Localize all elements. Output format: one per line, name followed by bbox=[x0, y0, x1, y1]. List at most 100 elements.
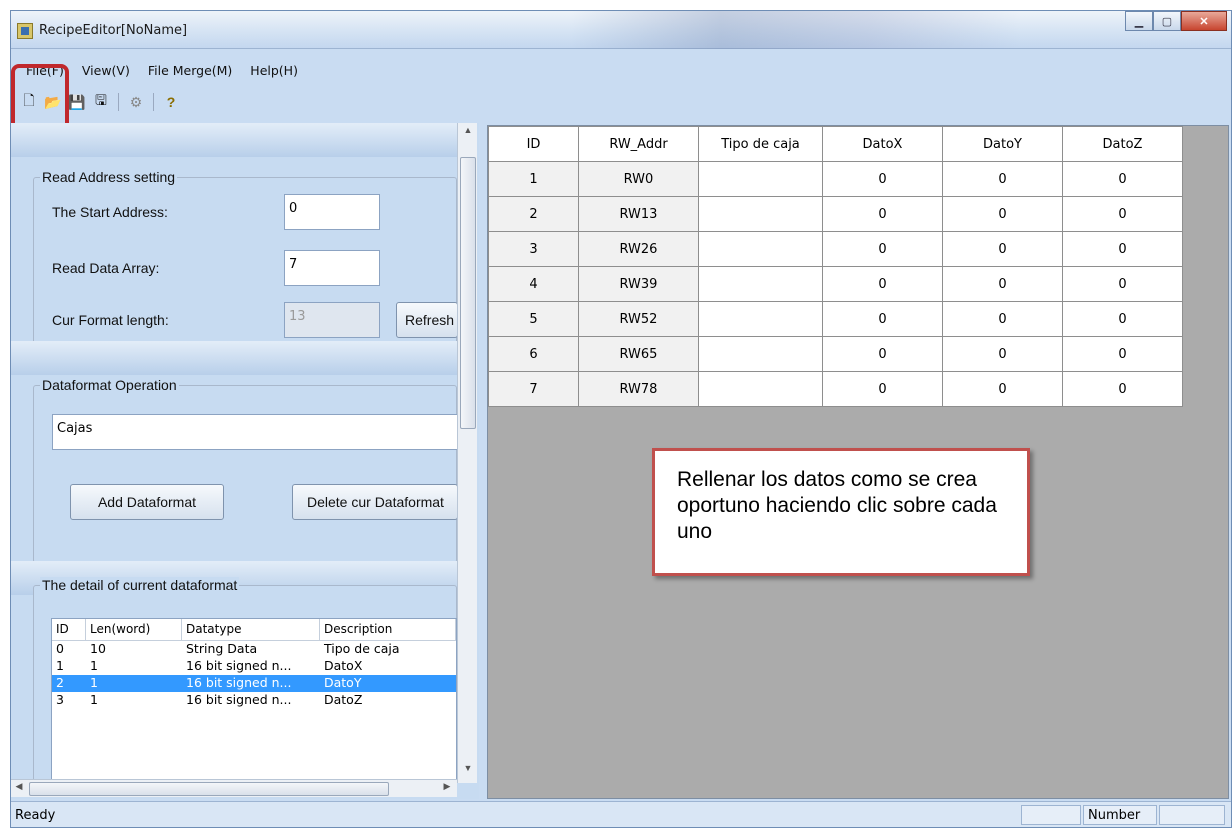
list-cell-description: Tipo de caja bbox=[324, 641, 400, 656]
table-header-row: ID RW_Addr Tipo de caja DatoX DatoY Dato… bbox=[488, 126, 1183, 162]
table-cell-datox[interactable]: 0 bbox=[822, 336, 943, 372]
start-address-label: The Start Address: bbox=[52, 204, 168, 220]
delete-dataformat-button[interactable]: Delete cur Dataformat bbox=[292, 484, 458, 520]
column-header-rw-addr[interactable]: RW_Addr bbox=[578, 126, 699, 162]
table-cell-tipo-de-caja[interactable] bbox=[698, 371, 823, 407]
list-cell-description: DatoY bbox=[324, 675, 362, 690]
start-address-input[interactable]: 0 bbox=[284, 194, 380, 230]
table-cell-tipo-de-caja[interactable] bbox=[698, 196, 823, 232]
table-cell-datoy[interactable]: 0 bbox=[942, 336, 1063, 372]
column-header-datoz[interactable]: DatoZ bbox=[1062, 126, 1183, 162]
list-cell-len: 1 bbox=[90, 658, 98, 673]
table-cell-tipo-de-caja[interactable] bbox=[698, 161, 823, 197]
table-cell-datoz[interactable]: 0 bbox=[1062, 336, 1183, 372]
table-cell-datoy[interactable]: 0 bbox=[942, 161, 1063, 197]
scrollbar-thumb[interactable] bbox=[29, 782, 389, 796]
column-header-id[interactable]: ID bbox=[52, 619, 86, 640]
maximize-icon: ▢ bbox=[1161, 15, 1173, 28]
dataformat-detail-list[interactable]: ID Len(word) Datatype Description 0 10 S… bbox=[51, 618, 457, 788]
column-header-id[interactable]: ID bbox=[488, 126, 579, 162]
column-header-description[interactable]: Description bbox=[320, 619, 456, 640]
refresh-button[interactable]: Refresh bbox=[396, 302, 458, 338]
list-cell-datatype: String Data bbox=[186, 641, 258, 656]
table-cell-datoz[interactable]: 0 bbox=[1062, 301, 1183, 337]
table-cell-id: 7 bbox=[488, 371, 579, 407]
column-header-datatype[interactable]: Datatype bbox=[182, 619, 320, 640]
table-cell-datoy[interactable]: 0 bbox=[942, 266, 1063, 302]
menu-view[interactable]: View(V) bbox=[73, 61, 139, 83]
scroll-left-icon[interactable]: ◀ bbox=[11, 781, 27, 797]
table-cell-datox[interactable]: 0 bbox=[822, 371, 943, 407]
table-cell-rw-addr: RW52 bbox=[578, 301, 699, 337]
list-item[interactable]: 0 10 String Data Tipo de caja bbox=[52, 641, 456, 658]
scrollbar-thumb[interactable] bbox=[460, 157, 476, 429]
status-number-indicator: Number bbox=[1083, 805, 1157, 825]
close-button[interactable]: ✕ bbox=[1181, 11, 1227, 31]
scroll-down-icon[interactable]: ▼ bbox=[458, 763, 478, 779]
table-cell-datoz[interactable]: 0 bbox=[1062, 266, 1183, 302]
minimize-button[interactable]: ▁ bbox=[1125, 11, 1153, 31]
list-cell-description: DatoX bbox=[324, 658, 363, 673]
status-panel-empty bbox=[1021, 805, 1081, 825]
table-cell-datox[interactable]: 0 bbox=[822, 301, 943, 337]
scroll-up-icon[interactable]: ▲ bbox=[458, 125, 478, 141]
list-cell-description: DatoZ bbox=[324, 692, 363, 707]
list-cell-datatype: 16 bit signed n... bbox=[186, 658, 292, 673]
left-pane-vertical-scrollbar[interactable]: ▲ ▼ bbox=[457, 123, 477, 783]
toolbar-separator bbox=[153, 93, 154, 111]
column-header-tipo-de-caja[interactable]: Tipo de caja bbox=[698, 126, 823, 162]
list-cell-id: 1 bbox=[56, 658, 64, 673]
table-cell-id: 5 bbox=[488, 301, 579, 337]
table-cell-datoy[interactable]: 0 bbox=[942, 371, 1063, 407]
table-cell-datoy[interactable]: 0 bbox=[942, 196, 1063, 232]
minimize-icon: ▁ bbox=[1134, 15, 1144, 28]
status-bar: Ready Number bbox=[11, 801, 1231, 827]
table-cell-tipo-de-caja[interactable] bbox=[698, 336, 823, 372]
add-dataformat-button[interactable]: Add Dataformat bbox=[70, 484, 224, 520]
table-cell-rw-addr: RW13 bbox=[578, 196, 699, 232]
table-cell-datoz[interactable]: 0 bbox=[1062, 371, 1183, 407]
table-cell-datox[interactable]: 0 bbox=[822, 196, 943, 232]
table-cell-id: 3 bbox=[488, 231, 579, 267]
list-item[interactable]: 1 1 16 bit signed n... DatoX bbox=[52, 658, 456, 675]
table-row: 3 RW26 0 0 0 bbox=[488, 231, 1183, 267]
table-cell-id: 2 bbox=[488, 196, 579, 232]
left-pane-horizontal-scrollbar[interactable]: ◀ ▶ bbox=[11, 779, 457, 797]
scroll-right-icon[interactable]: ▶ bbox=[439, 781, 455, 797]
table-cell-datox[interactable]: 0 bbox=[822, 231, 943, 267]
table-cell-rw-addr: RW65 bbox=[578, 336, 699, 372]
resize-grip[interactable] bbox=[1159, 805, 1225, 825]
table-cell-datoy[interactable]: 0 bbox=[942, 231, 1063, 267]
table-cell-tipo-de-caja[interactable] bbox=[698, 301, 823, 337]
table-cell-datoz[interactable]: 0 bbox=[1062, 231, 1183, 267]
table-cell-datoy[interactable]: 0 bbox=[942, 301, 1063, 337]
save-icon[interactable]: 💾 bbox=[67, 92, 87, 112]
list-item-selected[interactable]: 2 1 16 bit signed n... DatoY bbox=[52, 675, 456, 692]
column-header-datoy[interactable]: DatoY bbox=[942, 126, 1063, 162]
maximize-button[interactable]: ▢ bbox=[1153, 11, 1181, 31]
recipe-grid-pane: ID RW_Addr Tipo de caja DatoX DatoY Dato… bbox=[487, 125, 1229, 799]
table-cell-datoz[interactable]: 0 bbox=[1062, 196, 1183, 232]
cur-format-length-input: 13 bbox=[284, 302, 380, 338]
list-cell-id: 0 bbox=[56, 641, 64, 656]
table-cell-datox[interactable]: 0 bbox=[822, 266, 943, 302]
table-cell-id: 1 bbox=[488, 161, 579, 197]
pane-splitter[interactable] bbox=[479, 123, 487, 803]
save-as-icon[interactable]: 🖫 bbox=[91, 92, 111, 112]
table-cell-datoz[interactable]: 0 bbox=[1062, 161, 1183, 197]
gear-icon[interactable]: ⚙ bbox=[126, 92, 146, 112]
read-data-array-input[interactable]: 7 bbox=[284, 250, 380, 286]
status-text: Ready bbox=[15, 808, 56, 823]
table-row: 4 RW39 0 0 0 bbox=[488, 266, 1183, 302]
annotation-callout: Rellenar los datos como se crea oportuno… bbox=[652, 448, 1030, 576]
menu-file-merge[interactable]: File Merge(M) bbox=[139, 61, 241, 83]
column-header-len[interactable]: Len(word) bbox=[86, 619, 182, 640]
dataformat-name-input[interactable]: Cajas bbox=[52, 414, 458, 450]
column-header-datox[interactable]: DatoX bbox=[822, 126, 943, 162]
table-cell-tipo-de-caja[interactable] bbox=[698, 231, 823, 267]
menu-help[interactable]: Help(H) bbox=[241, 61, 307, 83]
list-item[interactable]: 3 1 16 bit signed n... DatoZ bbox=[52, 692, 456, 709]
table-cell-tipo-de-caja[interactable] bbox=[698, 266, 823, 302]
table-cell-datox[interactable]: 0 bbox=[822, 161, 943, 197]
help-icon[interactable]: ? bbox=[161, 92, 181, 112]
